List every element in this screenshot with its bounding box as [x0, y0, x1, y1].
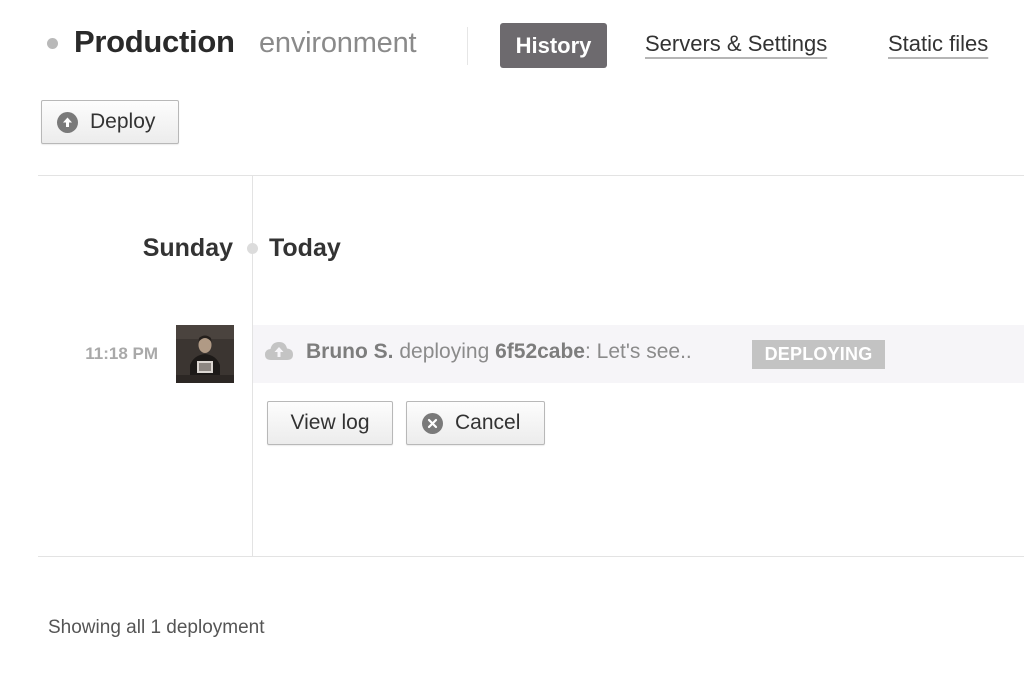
- deployment-count-summary: Showing all 1 deployment: [48, 617, 265, 638]
- user-photo-icon: [176, 325, 234, 383]
- cancel-button[interactable]: Cancel: [406, 401, 545, 445]
- date-label: Today: [269, 234, 341, 262]
- avatar[interactable]: [176, 325, 234, 383]
- deploy-button[interactable]: Deploy: [41, 100, 179, 144]
- deploy-button-label: Deploy: [90, 110, 156, 133]
- deployment-description: Bruno S. deploying 6f52cabe: Let's see..: [306, 340, 692, 364]
- environment-suffix: environment: [259, 27, 417, 59]
- view-log-button-label: View log: [290, 411, 370, 434]
- close-circle-icon: [422, 412, 443, 434]
- deployment-commit[interactable]: 6f52cabe: [495, 340, 585, 363]
- cancel-button-label: Cancel: [455, 411, 521, 434]
- status-badge: DEPLOYING: [752, 340, 885, 369]
- timeline-bottom-divider: [38, 556, 1024, 557]
- deployment-history-page: Production environment History Servers &…: [0, 0, 1024, 676]
- tab-servers-settings[interactable]: Servers & Settings: [645, 31, 827, 57]
- arrow-up-circle-icon: [57, 111, 78, 133]
- deployment-message: : Let's see..: [585, 340, 692, 363]
- cloud-upload-icon: [264, 340, 294, 367]
- tab-static-files[interactable]: Static files: [888, 31, 988, 57]
- timeline-dot: [247, 243, 258, 254]
- environment-status-dot: [47, 38, 58, 49]
- tab-history[interactable]: History: [500, 23, 607, 68]
- header-divider: [467, 27, 468, 65]
- deployment-time: 11:18 PM: [85, 344, 158, 363]
- timeline-top-divider: [38, 175, 1024, 176]
- deployment-user: Bruno S.: [306, 340, 394, 363]
- environment-name: Production: [74, 24, 235, 59]
- day-label: Sunday: [142, 234, 233, 262]
- view-log-button[interactable]: View log: [267, 401, 393, 445]
- deployment-action: deploying: [399, 340, 490, 363]
